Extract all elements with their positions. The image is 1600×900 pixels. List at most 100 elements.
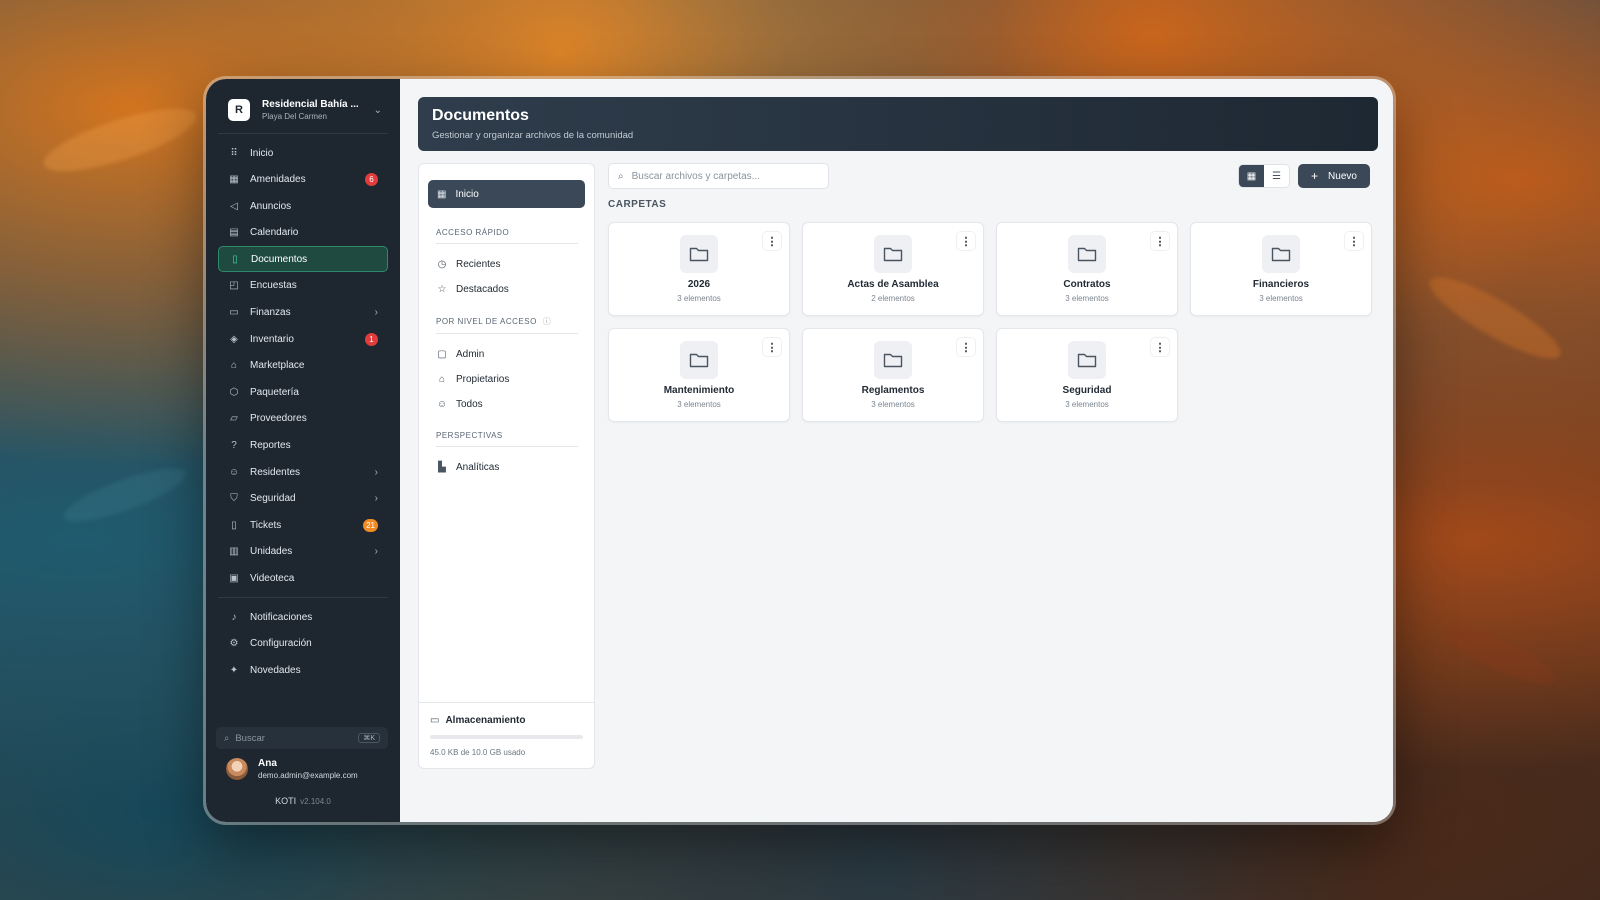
panel-item-label: Recientes — [456, 259, 501, 270]
sidebar-item-encuestas[interactable]: ◰ Encuestas — [218, 273, 388, 299]
app-name: KOTI — [275, 796, 297, 806]
sidebar-item-label: Encuestas — [250, 280, 297, 292]
sidebar-item-novedades[interactable]: ✦ Novedades — [218, 657, 388, 683]
unit-icon: ▥ — [229, 546, 239, 558]
sidebar-item-proveedores[interactable]: ▱ Proveedores — [218, 406, 388, 432]
folder-card[interactable]: ⋮ Seguridad 3 elementos — [996, 328, 1178, 422]
more-options-icon[interactable]: ⋮ — [957, 338, 975, 356]
info-icon[interactable]: ⓘ — [543, 316, 552, 327]
more-options-icon[interactable]: ⋮ — [1151, 232, 1169, 250]
quick-access-list: ◷ Recientes ☆ Destacados — [419, 252, 594, 302]
chevron-right-icon: › — [374, 466, 378, 478]
folder-card[interactable]: ⋮ Mantenimiento 3 elementos — [608, 328, 790, 422]
new-button[interactable]: + Nuevo — [1298, 164, 1370, 188]
panel-item-admin[interactable]: ▢ Admin — [436, 342, 578, 367]
sidebar-item-notificaciones[interactable]: ♪ Notificaciones — [218, 604, 388, 630]
search-icon: ⌕ — [618, 170, 624, 182]
folder-item-count: 3 elementos — [1259, 294, 1303, 303]
sidebar-item-calendario[interactable]: ▤ Calendario — [218, 220, 388, 246]
sidebar-divider — [218, 597, 388, 599]
list-view-button[interactable]: ☰ — [1264, 165, 1289, 187]
panel-home-button[interactable]: ▦ Inicio — [428, 180, 585, 208]
user-name: Ana — [258, 758, 277, 769]
sidebar-item-amenidades[interactable]: ▦ Amenidades 6 — [218, 167, 388, 193]
users-icon: ☺ — [436, 399, 448, 410]
grid-icon: ▦ — [1246, 170, 1257, 182]
sidebar-item-label: Marketplace — [250, 360, 305, 372]
avatar — [226, 758, 248, 780]
more-options-icon[interactable]: ⋮ — [1345, 232, 1363, 250]
document-icon: ▯ — [232, 253, 238, 265]
hard-drive-icon: ▭ — [430, 715, 440, 726]
sidebar-item-documentos[interactable]: ▯ Documentos — [218, 246, 388, 273]
folder-name: Financieros — [1252, 279, 1310, 290]
wallet-icon: ▭ — [229, 307, 239, 319]
home-icon: ⌂ — [438, 374, 446, 385]
folder-card[interactable]: ⋮ Contratos 3 elementos — [996, 222, 1178, 316]
sidebar-item-label: Inicio — [250, 147, 274, 159]
version-number: v2.104.0 — [300, 797, 331, 806]
sidebar-item-marketplace[interactable]: ⌂ Marketplace — [218, 353, 388, 379]
sidebar-item-reportes[interactable]: ? Reportes — [218, 433, 388, 459]
sidebar-item-label: Calendario — [250, 227, 299, 239]
sidebar-item-finanzas[interactable]: ▭ Finanzas › — [218, 300, 388, 326]
grid-view-button[interactable]: ▦ — [1239, 165, 1264, 187]
sidebar-item-anuncios[interactable]: ◁ Anuncios — [218, 193, 388, 219]
access-level-title: POR NIVEL DE ACCESO ⓘ — [436, 316, 578, 334]
shortcut-hint: ⌘K — [358, 733, 380, 743]
org-avatar: R — [228, 99, 250, 121]
quick-access-title: ACCESO RÁPIDO — [436, 228, 578, 244]
folder-item-count: 3 elementos — [1065, 294, 1109, 303]
sidebar-search[interactable]: ⌕ Buscar ⌘K — [216, 727, 388, 749]
folder-name: Reglamentos — [861, 385, 925, 396]
bell-icon: ♪ — [231, 611, 237, 623]
folder-card[interactable]: ⋮ Reglamentos 3 elementos — [802, 328, 984, 422]
search-input[interactable]: ⌕ Buscar archivos y carpetas... — [608, 163, 829, 189]
storage-title: Almacenamiento — [445, 715, 526, 726]
gear-icon: ⚙ — [229, 638, 239, 650]
page-header: Documentos Gestionar y organizar archivo… — [418, 97, 1378, 151]
sidebar-item-paqueteria[interactable]: ⬡ Paquetería — [218, 379, 388, 405]
plus-icon: + — [1311, 169, 1319, 183]
panel-item-propietarios[interactable]: ⌂ Propietarios — [436, 367, 578, 392]
sidebar-item-label: Amenidades — [250, 174, 306, 186]
panel-item-label: Todos — [456, 399, 483, 410]
folder-card[interactable]: ⋮ 2026 3 elementos — [608, 222, 790, 316]
user-profile[interactable]: Ana demo.admin@example.com — [226, 758, 358, 780]
sidebar-item-inicio[interactable]: ⠿ Inicio — [218, 140, 388, 166]
clock-icon: ◷ — [437, 259, 447, 270]
folder-card[interactable]: ⋮ Actas de Asamblea 2 elementos — [802, 222, 984, 316]
sidebar-item-tickets[interactable]: ▯ Tickets 21 — [218, 512, 388, 538]
folder-name: Actas de Asamblea — [847, 279, 939, 290]
panel-item-todos[interactable]: ☺ Todos — [436, 392, 578, 417]
megaphone-icon: ◁ — [230, 200, 238, 212]
panel-home-label: Inicio — [455, 188, 479, 200]
folder-name: Mantenimiento — [663, 385, 735, 396]
panel-item-recientes[interactable]: ◷ Recientes — [436, 252, 578, 277]
sidebar-item-label: Proveedores — [250, 413, 307, 425]
sidebar-item-unidades[interactable]: ▥ Unidades › — [218, 539, 388, 565]
grid-icon: ▦ — [437, 188, 447, 200]
folder-item-count: 3 elementos — [677, 294, 721, 303]
sidebar-item-label: Residentes — [250, 466, 301, 478]
storage-widget: ▭ Almacenamiento 45.0 KB de 10.0 GB usad… — [419, 702, 594, 768]
more-options-icon[interactable]: ⋮ — [957, 232, 975, 250]
sidebar-item-label: Anuncios — [250, 200, 292, 212]
panel-item-analiticas[interactable]: ▙ Analíticas — [436, 455, 578, 480]
sidebar-item-configuracion[interactable]: ⚙ Configuración — [218, 631, 388, 657]
more-options-icon[interactable]: ⋮ — [763, 232, 781, 250]
panel-item-destacados[interactable]: ☆ Destacados — [436, 277, 578, 302]
sidebar-item-label: Videoteca — [250, 573, 295, 584]
sidebar-item-inventario[interactable]: ◈ Inventario 1 — [218, 326, 388, 352]
org-switcher[interactable]: R Residencial Bahía ... Playa Del Carmen… — [218, 93, 388, 134]
sidebar-item-seguridad[interactable]: ⛉ Seguridad › — [218, 486, 388, 512]
list-icon: ☰ — [1272, 170, 1281, 182]
sidebar-item-residentes[interactable]: ☺ Residentes › — [218, 459, 388, 485]
sidebar-nav: ⠿ Inicio ▦ Amenidades 6 ◁ Anuncios ▤ Calendario ▯… — [218, 140, 388, 592]
more-options-icon[interactable]: ⋮ — [1151, 338, 1169, 356]
more-options-icon[interactable]: ⋮ — [763, 338, 781, 356]
sidebar: R Residencial Bahía ... Playa Del Carmen… — [206, 79, 400, 822]
folder-card[interactable]: ⋮ Financieros 3 elementos — [1190, 222, 1372, 316]
sidebar-item-videoteca[interactable]: ▣ Videoteca — [218, 566, 388, 592]
folder-item-count: 3 elementos — [871, 400, 915, 409]
